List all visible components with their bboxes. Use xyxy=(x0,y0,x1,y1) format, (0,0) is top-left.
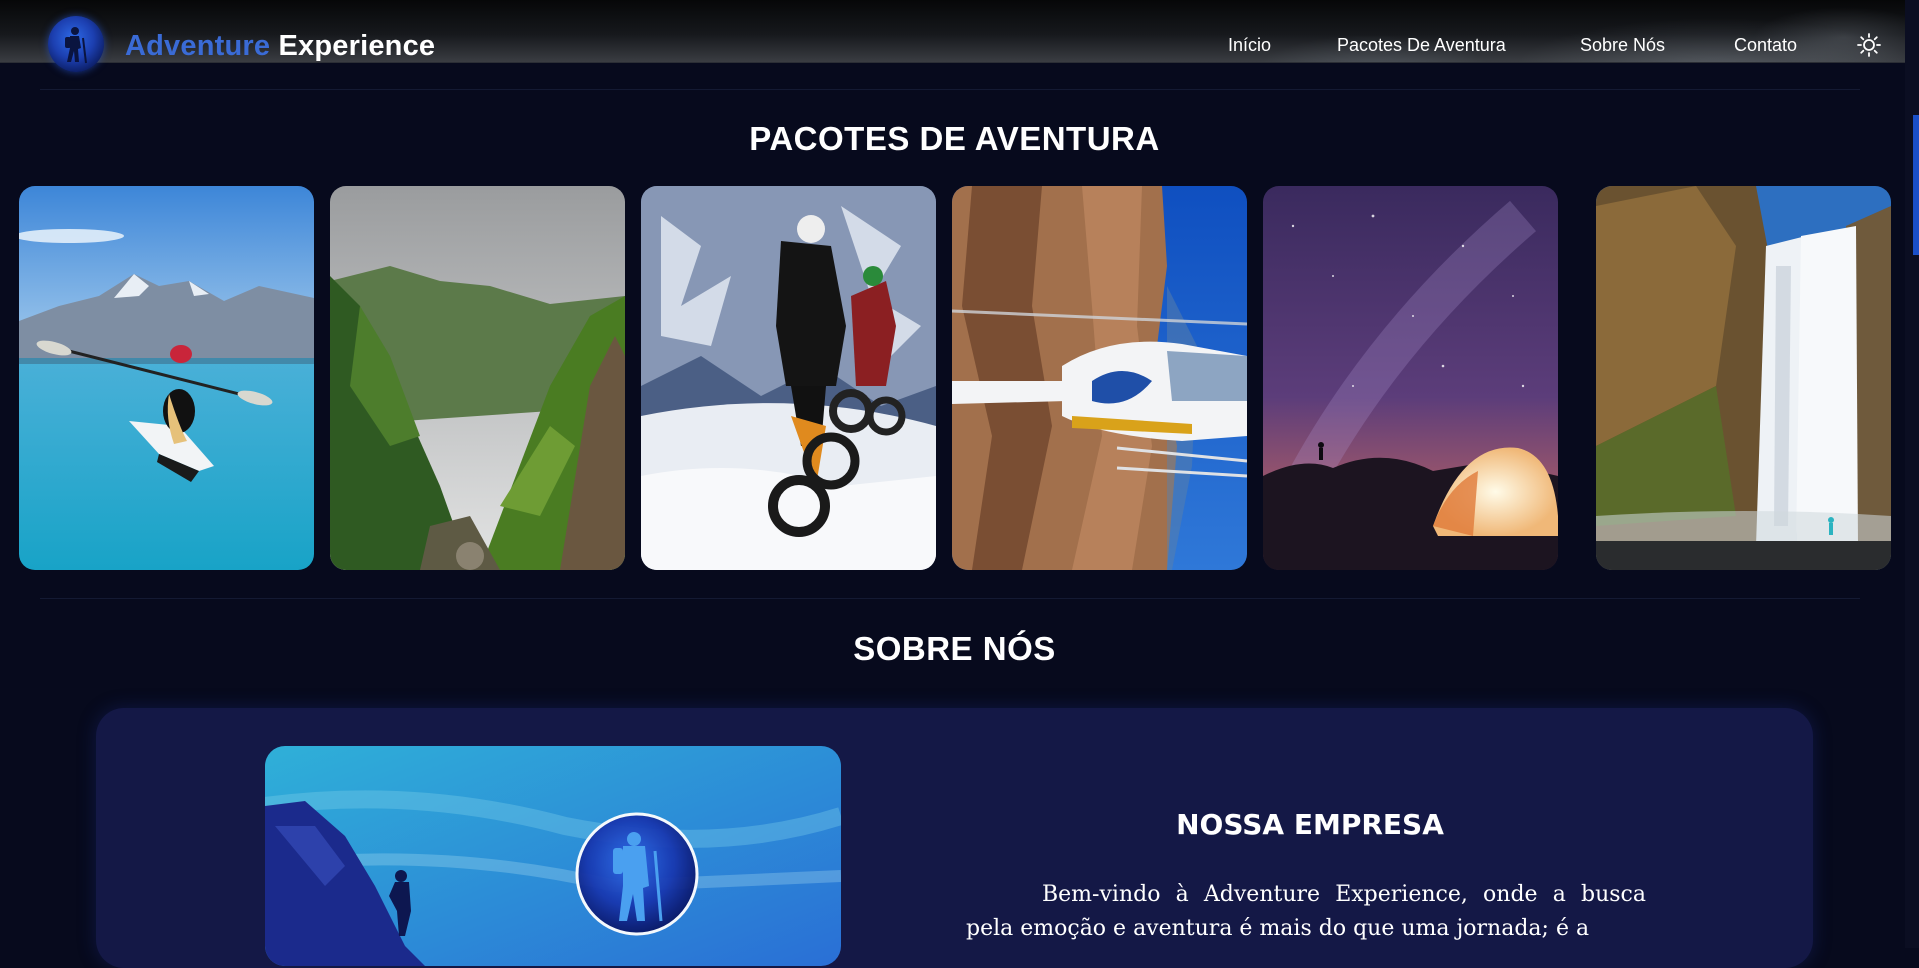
waterfall-photo xyxy=(1596,186,1891,570)
kayak-photo xyxy=(19,186,314,570)
about-climber-image xyxy=(265,746,841,966)
brand-name[interactable]: Adventure Experience xyxy=(125,30,435,63)
nav-link-pacotes[interactable]: Pacotes De Aventura xyxy=(1337,35,1506,56)
package-card-helicopter[interactable] xyxy=(952,186,1247,570)
helicopter-photo xyxy=(952,186,1247,570)
nav-link-contato[interactable]: Contato xyxy=(1734,35,1797,56)
nav-link-sobre[interactable]: Sobre Nós xyxy=(1580,35,1665,56)
sun-icon[interactable] xyxy=(1856,32,1882,58)
about-title: SOBRE NÓS xyxy=(853,630,1056,667)
about-paragraph: Bem-vindo à Adventure Experience, onde a… xyxy=(966,882,1646,941)
green-cliffs-photo xyxy=(330,186,625,570)
package-card-snow-biking[interactable] xyxy=(641,186,936,570)
scrollbar-thumb[interactable] xyxy=(1913,115,1919,255)
nav-link-inicio[interactable]: Início xyxy=(1228,35,1271,56)
night-camping-photo xyxy=(1263,186,1558,570)
package-card-kayak[interactable] xyxy=(19,186,314,570)
snow-biking-photo xyxy=(641,186,936,570)
climber-logo-photo xyxy=(265,746,841,966)
logo-hiker-icon[interactable] xyxy=(48,16,104,72)
brand-part-2: Experience xyxy=(278,30,436,62)
package-card-night-camping[interactable] xyxy=(1263,186,1558,570)
section-divider xyxy=(40,89,1860,90)
about-heading: NOSSA EMPRESA xyxy=(1176,808,1444,841)
brand-part-1: Adventure xyxy=(125,30,271,62)
section-divider xyxy=(40,598,1860,599)
packages-title: PACOTES DE AVENTURA xyxy=(749,120,1160,157)
package-card-green-cliffs[interactable] xyxy=(330,186,625,570)
package-card-waterfall[interactable] xyxy=(1596,186,1891,570)
